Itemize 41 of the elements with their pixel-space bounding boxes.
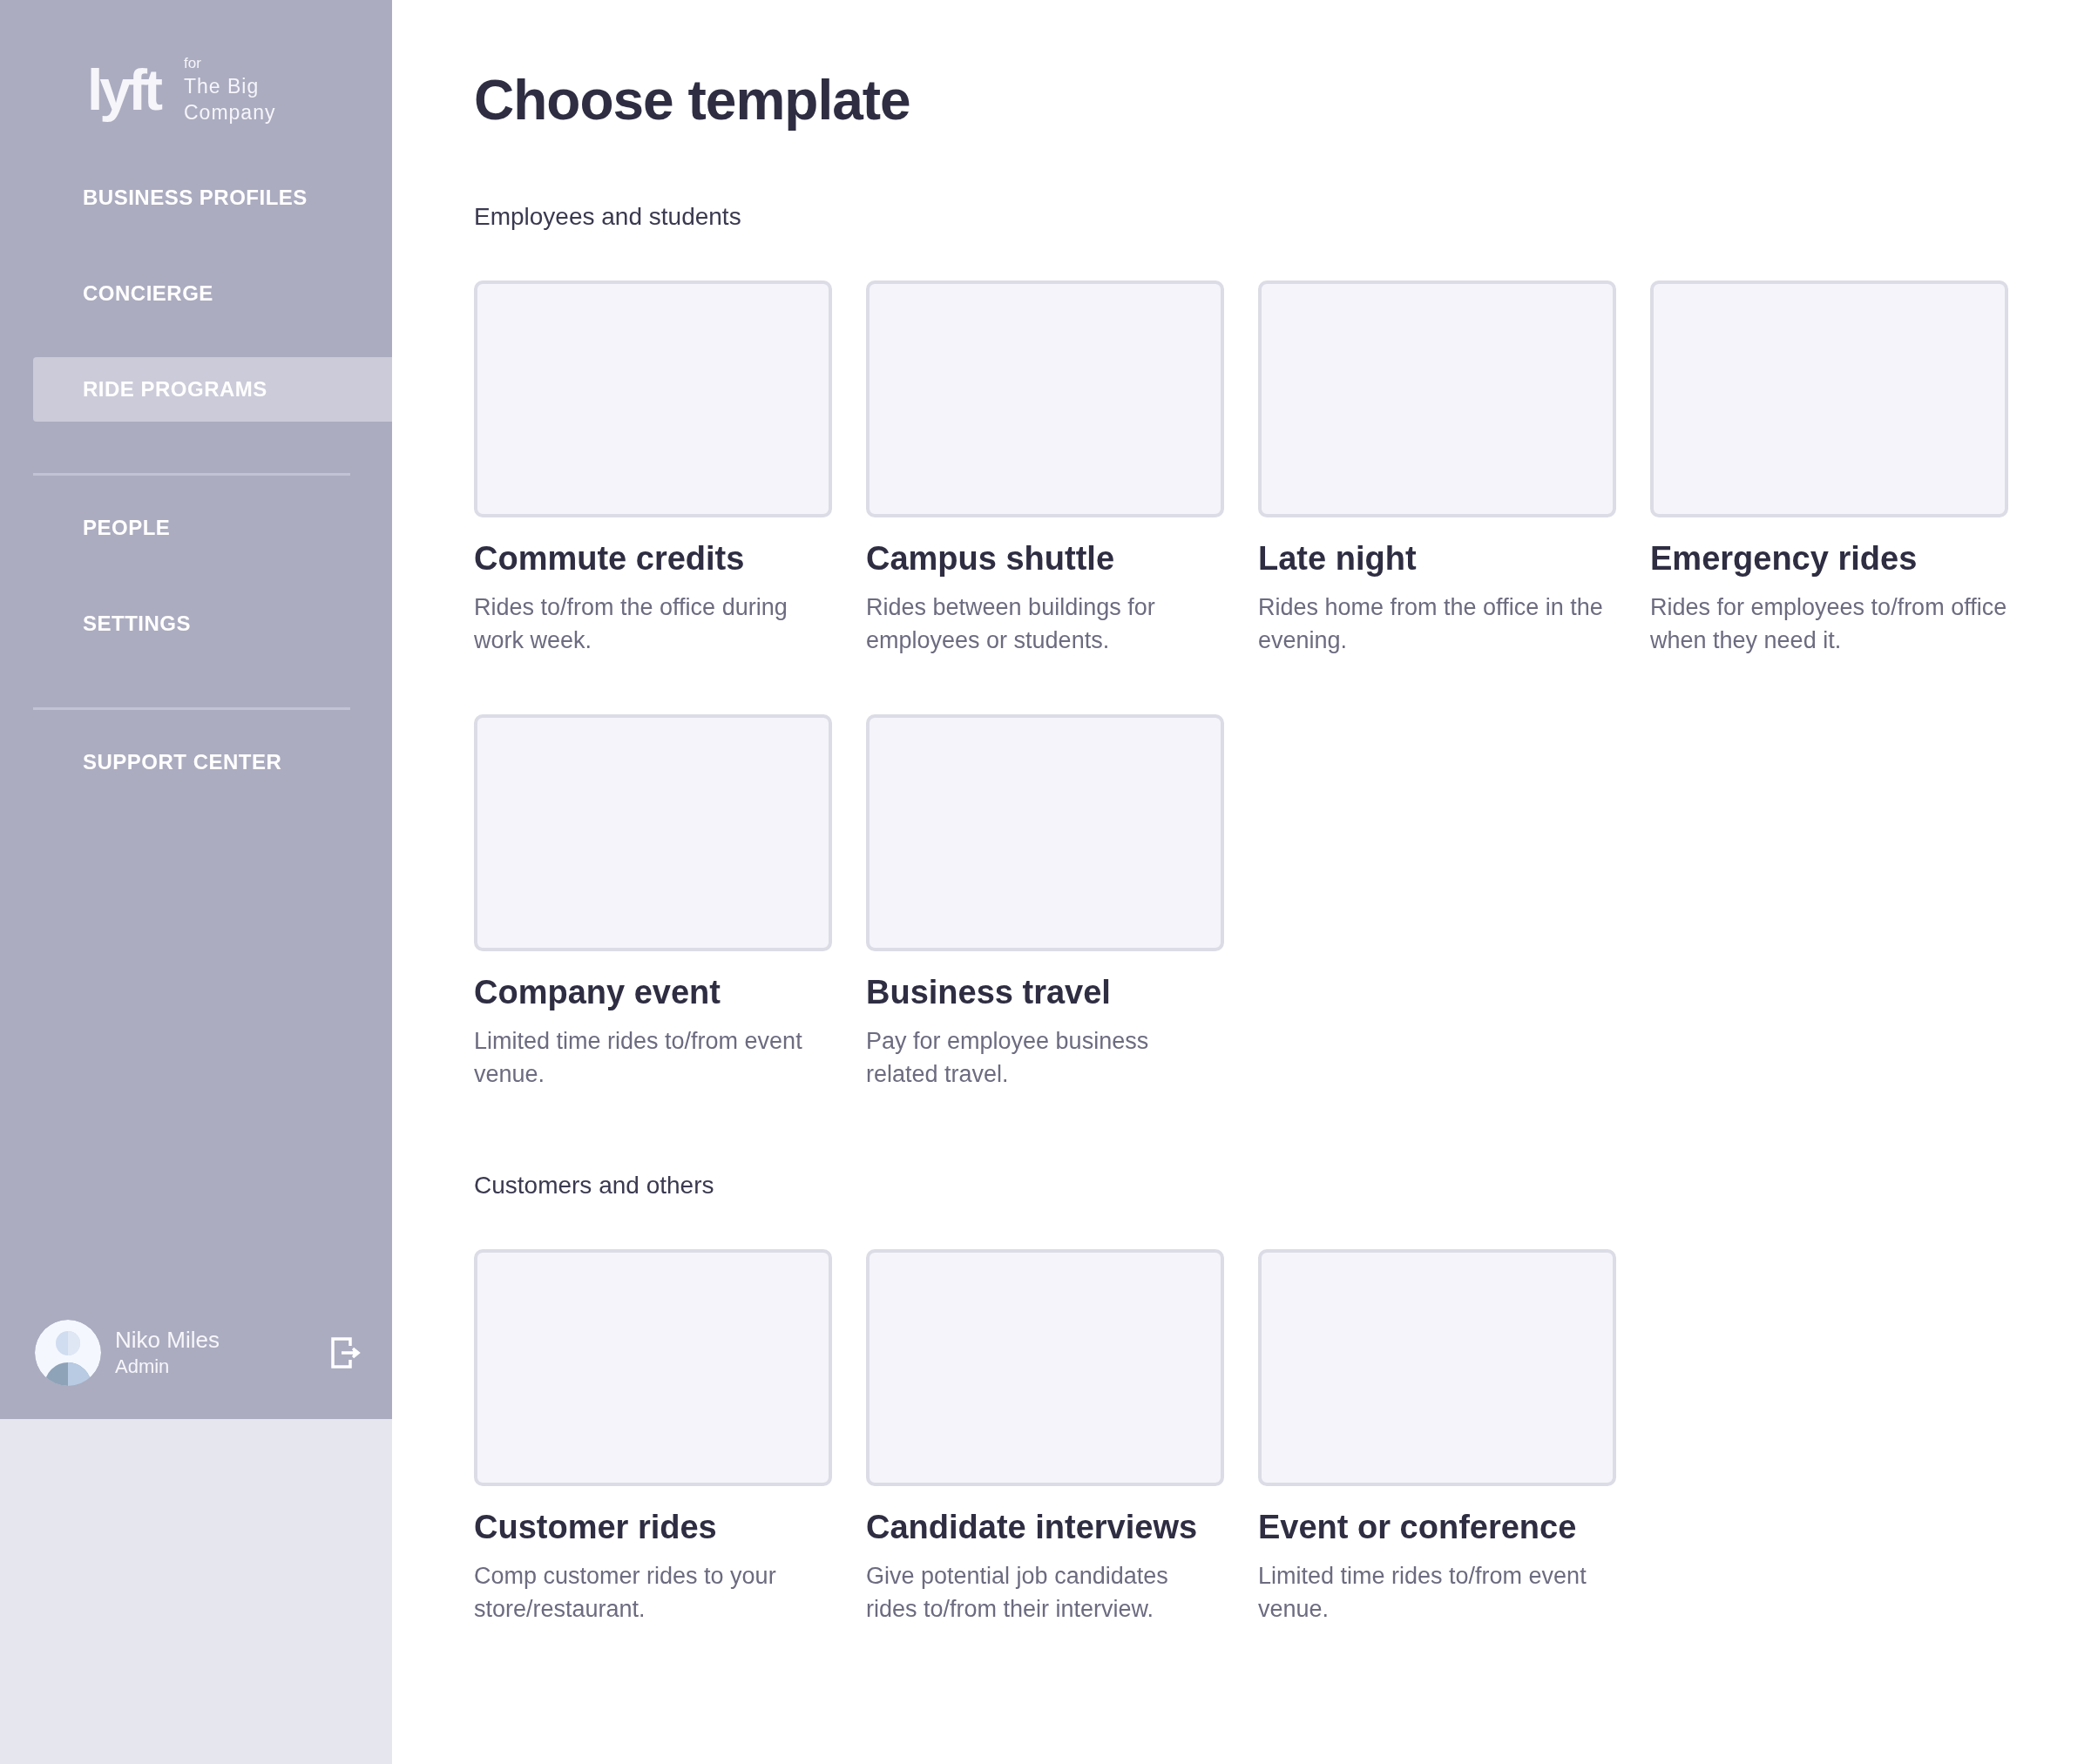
template-card[interactable] [474, 280, 832, 517]
nav-item[interactable]: SUPPORT CENTER [33, 730, 392, 794]
template-title: Business travel [866, 973, 1112, 1012]
template-title: Late night [1258, 539, 1418, 578]
page-title: Choose template [474, 68, 911, 133]
template-description: Limited time rides to/from event venue. [474, 1027, 803, 1089]
template-card[interactable] [1258, 280, 1616, 517]
template-card[interactable] [866, 714, 1224, 951]
template-description: Rides between buildings for employees or students. [866, 593, 1156, 655]
avatar-icon [35, 1320, 101, 1386]
template-description: Rides for employees to/from office when they need it. [1650, 593, 2008, 655]
template-card[interactable] [866, 1249, 1224, 1486]
template-description: Give potential job candidates rides to/from their interview. [866, 1562, 1169, 1624]
template-description: Comp customer rides to your store/restaurant. [474, 1562, 777, 1624]
for-label: for [184, 53, 202, 73]
template-title: Campus shuttle [866, 539, 1116, 578]
template-description: Rides to/from the office during work week. [474, 593, 788, 655]
logout-icon[interactable] [331, 1337, 361, 1369]
template-title: Customer rides [474, 1508, 718, 1547]
section-heading: Employees and students [474, 202, 742, 232]
nav-item[interactable]: BUSINESS PROFILES [33, 166, 392, 230]
template-description: Pay for employee business related travel. [866, 1027, 1150, 1089]
template-title: Event or conference [1258, 1508, 1578, 1547]
template-description: Rides home from the office in the evening. [1258, 593, 1604, 655]
template-card[interactable] [1258, 1249, 1616, 1486]
user-name: Niko Miles [115, 1326, 220, 1354]
nav-item[interactable]: PEOPLE [33, 496, 392, 560]
template-card[interactable] [1650, 280, 2008, 517]
template-card[interactable] [474, 1249, 832, 1486]
template-title: Candidate interviews [866, 1508, 1199, 1547]
nav-item[interactable]: SETTINGS [33, 591, 392, 656]
template-title: Commute credits [474, 539, 746, 578]
section-heading: Customers and others [474, 1171, 715, 1200]
user-role: Admin [115, 1355, 171, 1379]
template-card[interactable] [866, 280, 1224, 517]
company-name: The Big Company [184, 73, 277, 125]
template-title: Company event [474, 973, 721, 1012]
nav-item[interactable]: CONCIERGE [33, 261, 392, 326]
template-card[interactable] [474, 714, 832, 951]
template-description: Limited time rides to/from event venue. [1258, 1562, 1587, 1624]
template-title: Emergency rides [1650, 539, 1918, 578]
